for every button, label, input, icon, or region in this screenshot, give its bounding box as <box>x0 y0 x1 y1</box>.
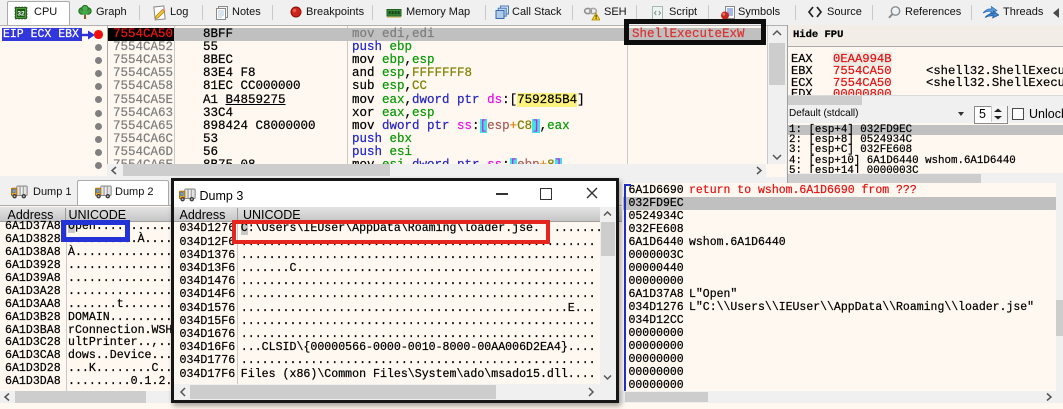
svg-text:32: 32 <box>17 11 25 18</box>
